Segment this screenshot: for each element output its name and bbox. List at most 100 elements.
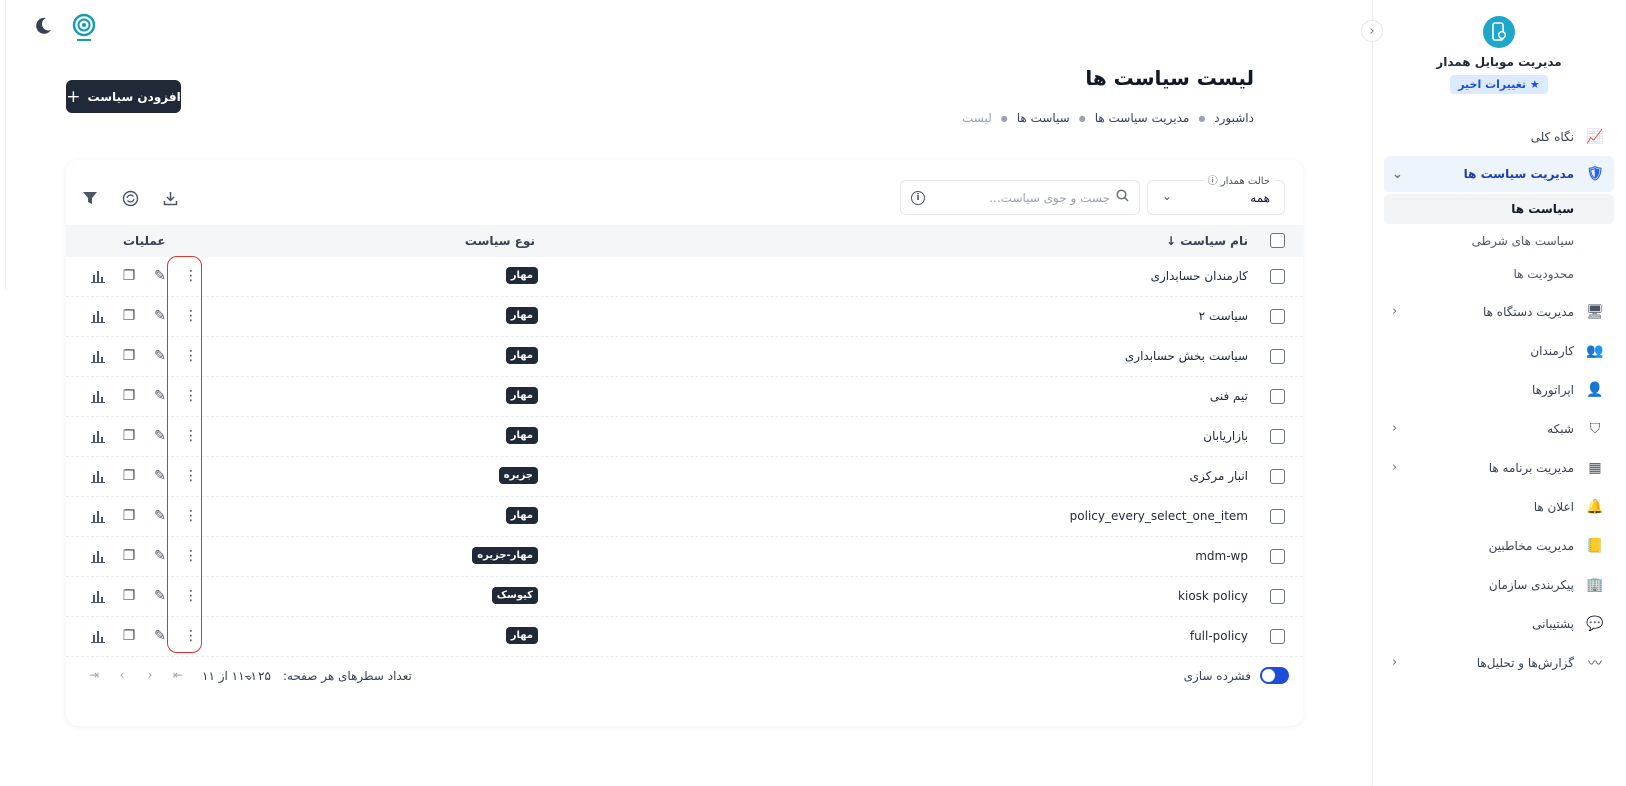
policy-name[interactable]: کارمندان حسابداری <box>1151 269 1248 283</box>
copy-icon[interactable]: ❐ <box>119 426 139 446</box>
bar-chart-icon[interactable] <box>88 506 108 526</box>
pencil-icon[interactable]: ✎ <box>150 426 170 446</box>
row-checkbox[interactable] <box>1270 309 1285 324</box>
breadcrumb-policies[interactable]: سیاست ها <box>1017 111 1070 125</box>
more-vertical-icon[interactable]: ⋮ <box>181 426 201 446</box>
sidebar-subitem-policies[interactable]: سیاست ها <box>1384 194 1614 224</box>
row-checkbox[interactable] <box>1270 349 1285 364</box>
info-icon[interactable]: i <box>911 190 925 205</box>
sidebar-item-operators[interactable]: 👤 اپراتورها <box>1384 370 1614 409</box>
sidebar-item-policy-management[interactable]: 🛡 مدیریت سیاست ها ⌄ <box>1384 156 1614 192</box>
sidebar-item-label: شبکه <box>1547 421 1574 436</box>
copy-icon[interactable]: ❐ <box>119 306 139 326</box>
more-vertical-icon[interactable]: ⋮ <box>181 546 201 566</box>
policy-name[interactable]: انبار مرکزی <box>1190 469 1248 483</box>
row-checkbox[interactable] <box>1270 389 1285 404</box>
policy-name[interactable]: policy_every_select_one_item <box>1070 509 1248 523</box>
bar-chart-icon[interactable] <box>88 306 108 326</box>
row-checkbox[interactable] <box>1270 509 1285 524</box>
sidebar-item-device-management[interactable]: 🖥 مدیریت دستگاه ها ‹ <box>1384 292 1614 331</box>
pencil-icon[interactable]: ✎ <box>150 466 170 486</box>
table-row: کارمندان حسابداری مهار ⋮ ✎ ❐ <box>66 257 1303 297</box>
copy-icon[interactable]: ❐ <box>119 266 139 286</box>
next-page-icon[interactable]: ‹ <box>142 667 158 683</box>
copy-icon[interactable]: ❐ <box>119 626 139 646</box>
bar-chart-icon[interactable] <box>88 626 108 646</box>
bar-chart-icon[interactable] <box>88 426 108 446</box>
policy-name[interactable]: kiosk policy <box>1178 589 1248 603</box>
sidebar-subitem-restrictions[interactable]: محدودیت ها <box>1384 257 1614 290</box>
sidebar-item-employees[interactable]: 👥 کارمندان <box>1384 331 1614 370</box>
sidebar-item-org-config[interactable]: 🏢 پیکربندی سازمان <box>1384 565 1614 604</box>
sidebar-item-reports[interactable]: 〰 گزارش‌ها و تحلیل‌ها ‹ <box>1384 643 1614 682</box>
sidebar-item-support[interactable]: 💬 پشتیبانی <box>1384 604 1614 643</box>
more-vertical-icon[interactable]: ⋮ <box>181 386 201 406</box>
more-vertical-icon[interactable]: ⋮ <box>181 466 201 486</box>
copy-icon[interactable]: ❐ <box>119 546 139 566</box>
toolbar-icons <box>80 188 180 208</box>
last-page-icon[interactable]: ⇤ <box>170 667 186 683</box>
breadcrumb-policy-management[interactable]: مدیریت سیاست ها <box>1095 111 1190 125</box>
policy-name[interactable]: mdm-wp <box>1195 549 1248 563</box>
sidebar-item-notifications[interactable]: 🔔 اعلان ها <box>1384 487 1614 526</box>
more-vertical-icon[interactable]: ⋮ <box>181 506 201 526</box>
more-vertical-icon[interactable]: ⋮ <box>181 626 201 646</box>
dense-toggle[interactable] <box>1260 667 1289 684</box>
pencil-icon[interactable]: ✎ <box>150 386 170 406</box>
page-title: لیست سیاست ها <box>1085 66 1254 90</box>
breadcrumb-dashboard[interactable]: داشبورد <box>1214 111 1254 125</box>
pencil-icon[interactable]: ✎ <box>150 506 170 526</box>
copy-icon[interactable]: ❐ <box>119 506 139 526</box>
bar-chart-icon[interactable] <box>88 546 108 566</box>
pencil-icon[interactable]: ✎ <box>150 346 170 366</box>
pencil-icon[interactable]: ✎ <box>150 306 170 326</box>
copy-icon[interactable]: ❐ <box>119 346 139 366</box>
select-all-checkbox[interactable] <box>1270 233 1285 248</box>
more-vertical-icon[interactable]: ⋮ <box>181 266 201 286</box>
row-checkbox[interactable] <box>1270 429 1285 444</box>
policy-name[interactable]: سیاست ۲ <box>1199 309 1248 323</box>
copy-icon[interactable]: ❐ <box>119 386 139 406</box>
bar-chart-icon[interactable] <box>88 266 108 286</box>
sidebar-item-overview[interactable]: 📈 نگاه کلی <box>1384 117 1614 156</box>
dark-mode-moon-icon[interactable] <box>34 16 52 40</box>
pencil-icon[interactable]: ✎ <box>150 546 170 566</box>
bar-chart-icon[interactable] <box>88 466 108 486</box>
sidebar-item-network[interactable]: ⛉ شبکه ‹ <box>1384 409 1614 448</box>
bar-chart-icon[interactable] <box>88 586 108 606</box>
policy-type-badge: کیوسک <box>491 587 538 604</box>
more-vertical-icon[interactable]: ⋮ <box>181 586 201 606</box>
recent-changes-badge[interactable]: ★ تغییرات اخیر <box>1450 75 1548 94</box>
filter-icon[interactable] <box>80 188 100 208</box>
row-checkbox[interactable] <box>1270 269 1285 284</box>
app-logo-icon[interactable] <box>72 13 96 43</box>
row-checkbox[interactable] <box>1270 549 1285 564</box>
first-page-icon[interactable]: ⇥ <box>86 667 102 683</box>
device-state-select[interactable]: حالت همدار ⓘ همه ⌄ <box>1147 172 1285 215</box>
previous-page-icon[interactable]: › <box>114 667 130 683</box>
bar-chart-icon[interactable] <box>88 386 108 406</box>
column-header-name[interactable]: نام سیاست ↓ <box>1166 234 1248 248</box>
row-checkbox[interactable] <box>1270 589 1285 604</box>
policy-name[interactable]: full-policy <box>1190 629 1248 643</box>
policy-name[interactable]: بازاریابان <box>1203 429 1248 443</box>
pencil-icon[interactable]: ✎ <box>150 626 170 646</box>
copy-icon[interactable]: ❐ <box>119 586 139 606</box>
row-checkbox[interactable] <box>1270 629 1285 644</box>
more-vertical-icon[interactable]: ⋮ <box>181 306 201 326</box>
search-input[interactable] <box>931 190 1110 205</box>
policy-name[interactable]: تیم فنی <box>1210 389 1248 403</box>
more-vertical-icon[interactable]: ⋮ <box>181 346 201 366</box>
policy-name[interactable]: سیاست بخش حسابداری <box>1125 349 1248 363</box>
add-policy-button[interactable]: افزودن سیاست + <box>66 80 181 113</box>
refresh-icon[interactable] <box>120 188 140 208</box>
sidebar-item-contacts[interactable]: 📒 مدیریت مخاطبین <box>1384 526 1614 565</box>
sidebar-subitem-conditional-policies[interactable]: سیاست های شرطی <box>1384 224 1614 257</box>
sidebar-item-app-management[interactable]: ▦ مدیریت برنامه ها ‹ <box>1384 448 1614 487</box>
bar-chart-icon[interactable] <box>88 346 108 366</box>
download-icon[interactable] <box>160 188 180 208</box>
row-checkbox[interactable] <box>1270 469 1285 484</box>
copy-icon[interactable]: ❐ <box>119 466 139 486</box>
pencil-icon[interactable]: ✎ <box>150 266 170 286</box>
pencil-icon[interactable]: ✎ <box>150 586 170 606</box>
